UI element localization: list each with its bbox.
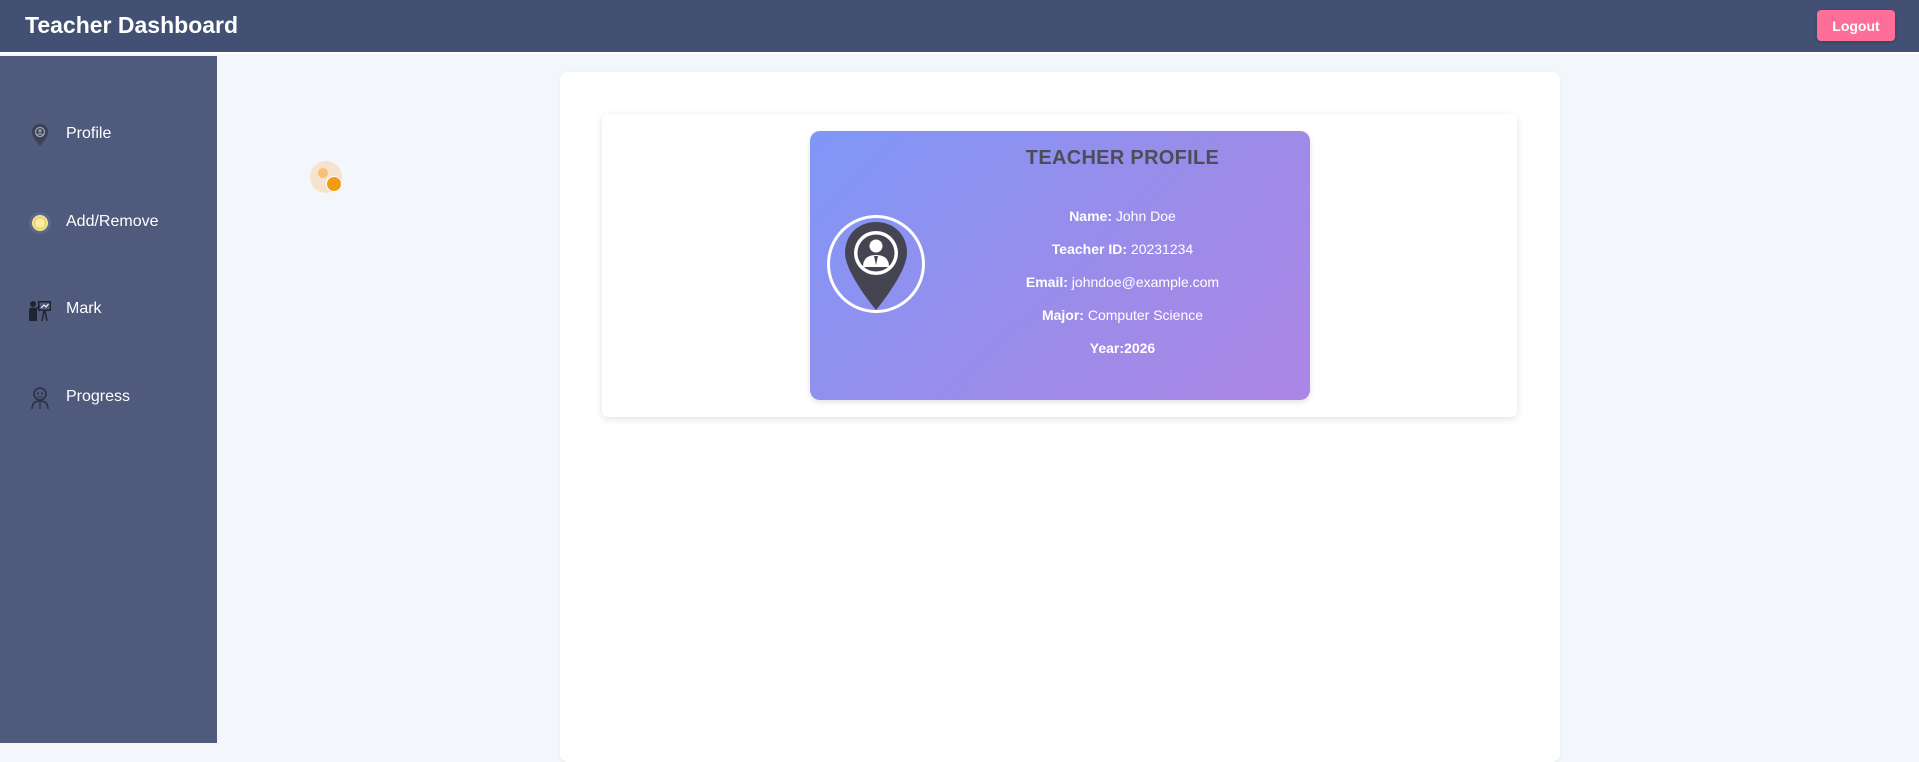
field-value: Computer Science	[1087, 307, 1204, 323]
teacher-location-pin-icon	[845, 222, 907, 310]
field-label: Email:	[1025, 274, 1068, 290]
field-label: Teacher ID:	[1051, 241, 1128, 257]
field-value: 2026	[1124, 340, 1156, 356]
name-field: Name: John Doe	[1000, 208, 1245, 224]
field-label: Name:	[1069, 208, 1112, 224]
email-field: Email: johndoe@example.com	[1000, 274, 1245, 290]
profile-pin-icon	[27, 122, 53, 148]
teacher-board-icon	[27, 297, 53, 323]
field-label: Year:	[1089, 340, 1125, 356]
add-remove-icon	[27, 210, 53, 236]
major-field: Major: Computer Science	[1000, 307, 1245, 323]
sidebar-item-add-remove[interactable]: Add/Remove	[0, 202, 217, 242]
sidebar-item-mark[interactable]: Mark	[0, 289, 217, 329]
avatar	[827, 215, 925, 313]
sidebar-item-profile[interactable]: Profile	[0, 114, 217, 154]
top-bar: Teacher Dashboard Logout	[0, 0, 1919, 54]
year-field: Year:2026	[1000, 340, 1245, 356]
field-value: 20231234	[1130, 241, 1194, 257]
sidebar-item-label: Add/Remove	[66, 213, 159, 230]
teacher-profile-card: TEACHER PROFILE Name: John Doe Teacher I…	[810, 131, 1310, 400]
progress-person-icon	[27, 385, 53, 411]
logout-button[interactable]: Logout	[1817, 10, 1895, 41]
teacher-id-field: Teacher ID: 20231234	[1000, 241, 1245, 257]
app-title: Teacher Dashboard	[25, 12, 239, 38]
field-value: johndoe@example.com	[1071, 274, 1220, 290]
sidebar-item-progress[interactable]: Progress	[0, 377, 217, 417]
field-value: John Doe	[1115, 208, 1176, 224]
field-label: Major:	[1041, 307, 1084, 323]
sidebar-item-label: Progress	[66, 388, 131, 405]
loading-spinner-icon	[310, 161, 344, 195]
card-title: TEACHER PROFILE	[1025, 147, 1220, 169]
sidebar-item-label: Mark	[66, 300, 102, 317]
sidebar-item-label: Profile	[66, 125, 112, 142]
sidebar: Profile Add/Remove Mark Progress	[0, 56, 217, 743]
